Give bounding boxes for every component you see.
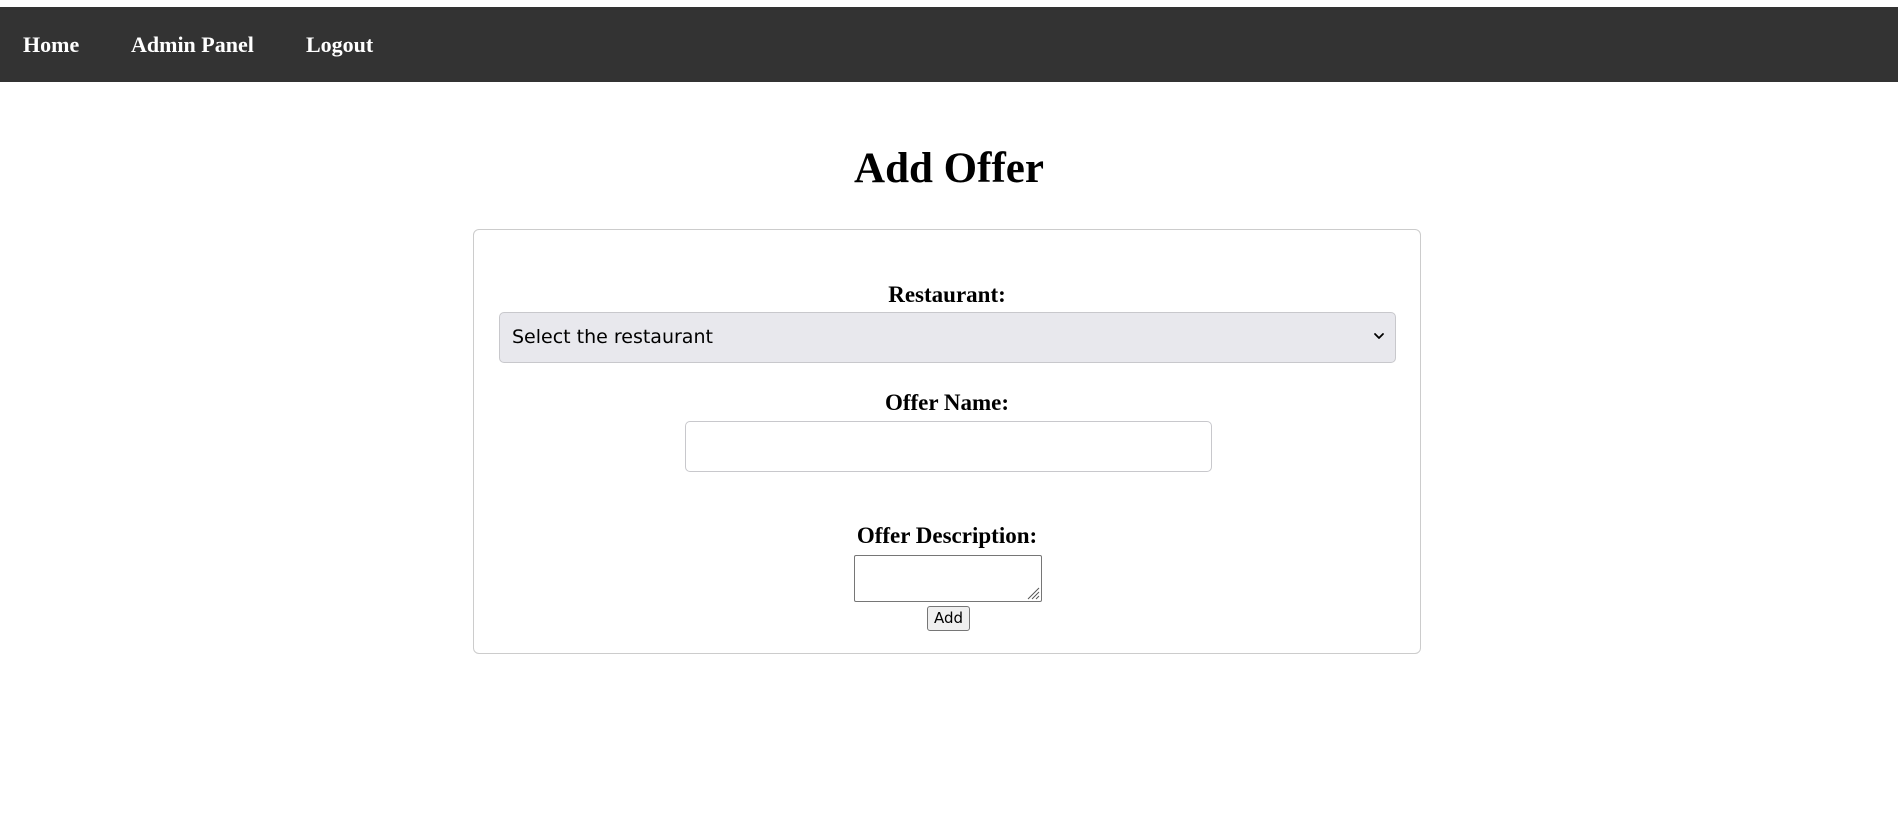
page-title: Add Offer — [854, 145, 1044, 192]
restaurant-select-value: Select the restaurant — [512, 326, 713, 348]
nav-admin-panel-link[interactable]: Admin Panel — [131, 7, 254, 82]
offer-name-label: Offer Name: — [884, 390, 1010, 415]
add-button[interactable]: Add — [927, 606, 970, 631]
nav-logout-link[interactable]: Logout — [306, 7, 373, 82]
restaurant-label: Restaurant: — [888, 282, 1006, 307]
add-offer-form: Restaurant: Select the restaurant Offer … — [473, 229, 1421, 654]
offer-description-textarea[interactable] — [854, 555, 1042, 602]
offer-name-input[interactable] — [685, 421, 1212, 472]
restaurant-select[interactable]: Select the restaurant — [499, 312, 1396, 363]
nav-home-link[interactable]: Home — [23, 7, 79, 82]
chevron-down-icon — [1374, 333, 1384, 339]
offer-description-label: Offer Description: — [856, 523, 1038, 548]
top-navbar: Home Admin Panel Logout — [0, 7, 1898, 82]
